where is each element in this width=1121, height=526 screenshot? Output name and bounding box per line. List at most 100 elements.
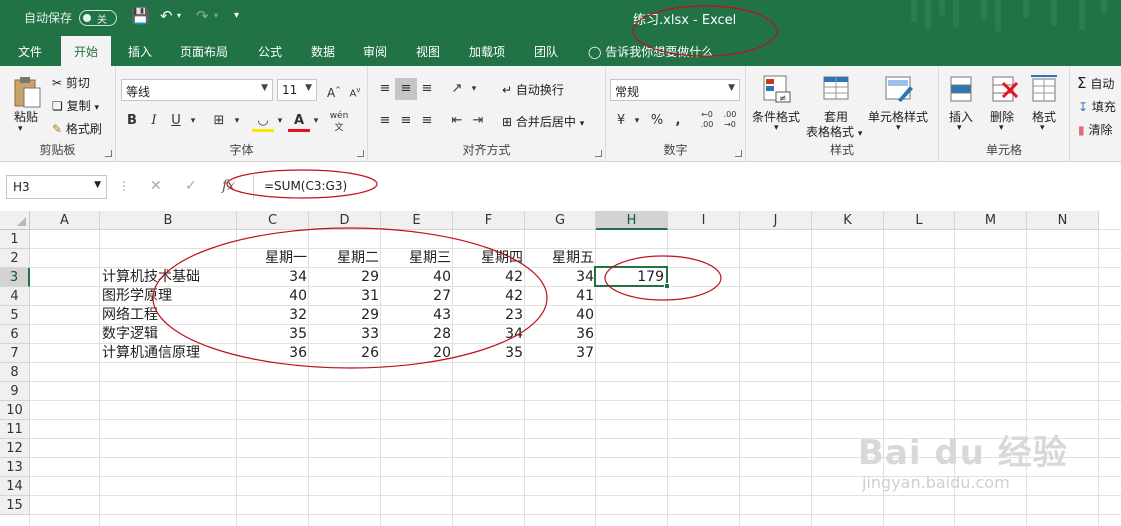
cell-styles-icon[interactable]: [884, 74, 914, 104]
name-box[interactable]: H3 ▼: [6, 175, 107, 199]
format-painter-button[interactable]: ✎ 格式刷: [52, 120, 102, 137]
insert-cells-icon[interactable]: [947, 74, 977, 104]
formula-bar-separator-icon[interactable]: ⋮: [118, 179, 130, 193]
score-cell[interactable]: 34: [525, 268, 596, 287]
score-cell[interactable]: 37: [525, 344, 596, 363]
save-icon[interactable]: 💾: [131, 7, 150, 25]
grow-font-icon[interactable]: A^: [323, 79, 345, 101]
score-cell[interactable]: 40: [381, 268, 453, 287]
score-cell[interactable]: 40: [237, 287, 309, 306]
row-header-5[interactable]: 5: [0, 306, 30, 325]
score-cell[interactable]: 31: [309, 287, 381, 306]
score-cell[interactable]: 42: [453, 287, 525, 306]
row-header-1[interactable]: 1: [0, 230, 30, 249]
score-cell[interactable]: 27: [381, 287, 453, 306]
tab-formulas[interactable]: 公式: [258, 43, 282, 60]
alignment-launcher-icon[interactable]: [595, 150, 602, 157]
row-header-14[interactable]: 14: [0, 477, 30, 496]
format-as-table-button[interactable]: 表格格式 ▾: [806, 123, 862, 140]
tab-file[interactable]: 文件: [18, 43, 42, 60]
clipboard-launcher-icon[interactable]: [105, 150, 112, 157]
comma-icon[interactable]: ,: [667, 110, 689, 132]
row-header-2[interactable]: 2: [0, 249, 30, 268]
score-cell[interactable]: 42: [453, 268, 525, 287]
decrease-decimal-icon[interactable]: .00 →0: [719, 110, 741, 132]
tell-me-search[interactable]: ◯ 告诉我你想要做什么: [588, 43, 713, 60]
shrink-font-icon[interactable]: Av: [344, 79, 366, 101]
score-cell[interactable]: 35: [453, 344, 525, 363]
row-header-6[interactable]: 6: [0, 325, 30, 344]
copy-button[interactable]: ❏ 复制 ▾: [52, 97, 99, 114]
row-header-13[interactable]: 13: [0, 458, 30, 477]
underline-dropdown-icon[interactable]: ▾: [182, 110, 204, 132]
align-middle-icon[interactable]: ≡: [395, 78, 417, 100]
column-header-a[interactable]: A: [30, 211, 100, 230]
cancel-icon[interactable]: ✕: [150, 178, 162, 194]
borders-dropdown-icon[interactable]: ▾: [226, 110, 248, 132]
day-header-cell[interactable]: 星期二: [309, 249, 381, 268]
column-header-j[interactable]: J: [740, 211, 812, 230]
column-header-g[interactable]: G: [525, 211, 596, 230]
number-format-select[interactable]: 常规 ▼: [610, 79, 740, 101]
redo-icon[interactable]: ↷: [196, 7, 209, 25]
font-launcher-icon[interactable]: [357, 150, 364, 157]
clear-button[interactable]: ▮ 清除: [1078, 121, 1112, 138]
fill-handle[interactable]: [664, 283, 670, 289]
day-header-cell[interactable]: 星期一: [237, 249, 309, 268]
italic-button[interactable]: I: [143, 110, 165, 132]
cut-button[interactable]: ✂ 剪切: [52, 74, 90, 91]
undo-icon[interactable]: ↶: [160, 7, 173, 25]
score-cell[interactable]: 29: [309, 306, 381, 325]
score-cell[interactable]: 41: [525, 287, 596, 306]
paste-button[interactable]: 粘贴: [14, 108, 38, 125]
day-header-cell[interactable]: 星期四: [453, 249, 525, 268]
delete-cells-icon[interactable]: [989, 74, 1019, 104]
redo-dropdown-icon[interactable]: ▾: [214, 11, 218, 20]
row-header-3[interactable]: 3: [0, 268, 30, 287]
number-launcher-icon[interactable]: [735, 150, 742, 157]
tab-insert[interactable]: 插入: [128, 43, 152, 60]
cell-styles-dropdown-icon[interactable]: ▾: [896, 123, 901, 133]
tab-team[interactable]: 团队: [534, 43, 558, 60]
column-header-f[interactable]: F: [453, 211, 525, 230]
format-as-table-icon[interactable]: [822, 74, 852, 104]
font-size-select[interactable]: 11 ▼: [277, 79, 317, 101]
row-header-9[interactable]: 9: [0, 382, 30, 401]
row-header-12[interactable]: 12: [0, 439, 30, 458]
wrap-text-button[interactable]: ↵ 自动换行: [502, 81, 564, 98]
row-header-15[interactable]: 15: [0, 496, 30, 515]
merge-center-button[interactable]: ⊞ 合并后居中 ▾: [502, 113, 584, 130]
conditional-formatting-dropdown-icon[interactable]: ▾: [774, 123, 779, 133]
orientation-dropdown-icon[interactable]: ▾: [463, 78, 485, 100]
score-cell[interactable]: 40: [525, 306, 596, 325]
row-header-8[interactable]: 8: [0, 363, 30, 382]
align-left-icon[interactable]: ≡: [374, 110, 396, 132]
align-center-icon[interactable]: ≡: [395, 110, 417, 132]
increase-indent-icon[interactable]: ⇥: [467, 110, 489, 132]
score-cell[interactable]: 36: [525, 325, 596, 344]
subject-name-cell[interactable]: 图形学原理: [100, 287, 237, 306]
autosave-toggle[interactable]: 关: [79, 10, 117, 26]
row-header-11[interactable]: 11: [0, 420, 30, 439]
score-cell[interactable]: 32: [237, 306, 309, 325]
subject-name-cell[interactable]: 计算机通信原理: [100, 344, 237, 363]
tab-view[interactable]: 视图: [416, 43, 440, 60]
column-header-c[interactable]: C: [237, 211, 309, 230]
row-header-10[interactable]: 10: [0, 401, 30, 420]
score-cell[interactable]: 23: [453, 306, 525, 325]
tab-page-layout[interactable]: 页面布局: [180, 43, 228, 60]
score-cell[interactable]: 29: [309, 268, 381, 287]
tab-review[interactable]: 审阅: [363, 43, 387, 60]
phonetic-guide-icon[interactable]: wén 文: [328, 110, 350, 133]
column-header-k[interactable]: K: [812, 211, 884, 230]
column-header-d[interactable]: D: [309, 211, 381, 230]
score-cell[interactable]: 20: [381, 344, 453, 363]
score-cell[interactable]: 26: [309, 344, 381, 363]
enter-icon[interactable]: ✓: [185, 178, 197, 194]
score-cell[interactable]: 35: [237, 325, 309, 344]
autosum-button[interactable]: Σ 自动: [1077, 74, 1114, 92]
font-color-dropdown-icon[interactable]: ▾: [305, 110, 327, 132]
decrease-indent-icon[interactable]: ⇤: [446, 110, 468, 132]
subject-name-cell[interactable]: 数字逻辑: [100, 325, 237, 344]
format-cells-icon[interactable]: [1029, 74, 1059, 104]
